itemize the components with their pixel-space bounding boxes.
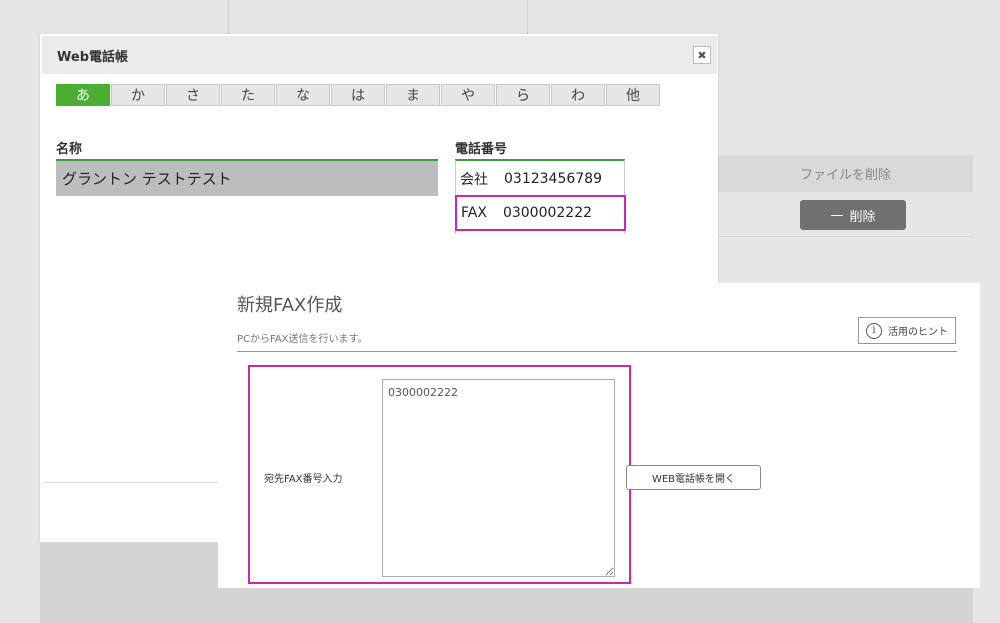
phone-row-company[interactable]: 会社 03123456789 (456, 161, 624, 197)
tab-kana[interactable]: な (276, 84, 330, 106)
tab-kana[interactable]: か (111, 84, 165, 106)
tab-kana[interactable]: た (221, 84, 275, 106)
tab-kana[interactable]: 他 (606, 84, 660, 106)
delete-button[interactable]: — 削除 (800, 200, 906, 230)
tab-kana[interactable]: さ (166, 84, 220, 106)
contact-name[interactable]: グラントン テストテスト (56, 159, 438, 196)
hint-button[interactable]: i 活用のヒント (858, 317, 956, 344)
background-divider (228, 0, 229, 34)
tab-kana[interactable]: ら (496, 84, 550, 106)
info-icon: i (866, 322, 882, 339)
phone-row-fax[interactable]: FAX 0300002222 (455, 195, 626, 231)
file-delete-header: ファイルを削除 (718, 155, 973, 192)
page-title: 新規FAX作成 (237, 295, 343, 316)
background-divider (527, 0, 528, 34)
fax-number-label: 宛先FAX番号入力 (264, 474, 343, 485)
delete-button-label: 削除 (849, 209, 876, 225)
kana-tab-bar: あ か さ た な は ま や ら わ 他 (56, 84, 661, 106)
name-column-header: 名称 (56, 142, 83, 157)
tab-kana[interactable]: や (441, 84, 495, 106)
phone-number: 03123456789 (504, 171, 602, 187)
page-description: PCからFAX送信を行います。 (237, 334, 368, 345)
phone-list: 会社 03123456789 FAX 0300002222 (455, 159, 626, 234)
close-icon[interactable]: ✖ (693, 46, 711, 64)
phone-column-header: 電話番号 (455, 142, 508, 157)
fax-number-section: 宛先FAX番号入力 0300002222 (248, 365, 631, 584)
tab-kana[interactable]: あ (56, 84, 110, 106)
phone-type: FAX (461, 205, 487, 221)
fax-number-input[interactable]: 0300002222 (382, 379, 615, 577)
background-divider (718, 236, 973, 237)
open-web-phonebook-button[interactable]: WEB電話帳を開く (626, 465, 761, 490)
tab-kana[interactable]: わ (551, 84, 605, 106)
hint-button-label: 活用のヒント (888, 327, 948, 338)
phone-number: 0300002222 (502, 205, 593, 221)
dialog-divider (44, 482, 218, 483)
tab-kana[interactable]: は (331, 84, 385, 106)
new-fax-panel: 新規FAX作成 PCからFAX送信を行います。 i 活用のヒント 宛先FAX番号… (218, 283, 980, 588)
dialog-title: Web電話帳 (42, 36, 717, 74)
title-divider (237, 351, 957, 352)
phone-type: 会社 (460, 172, 488, 188)
minus-icon: — (830, 207, 844, 223)
tab-kana[interactable]: ま (386, 84, 440, 106)
